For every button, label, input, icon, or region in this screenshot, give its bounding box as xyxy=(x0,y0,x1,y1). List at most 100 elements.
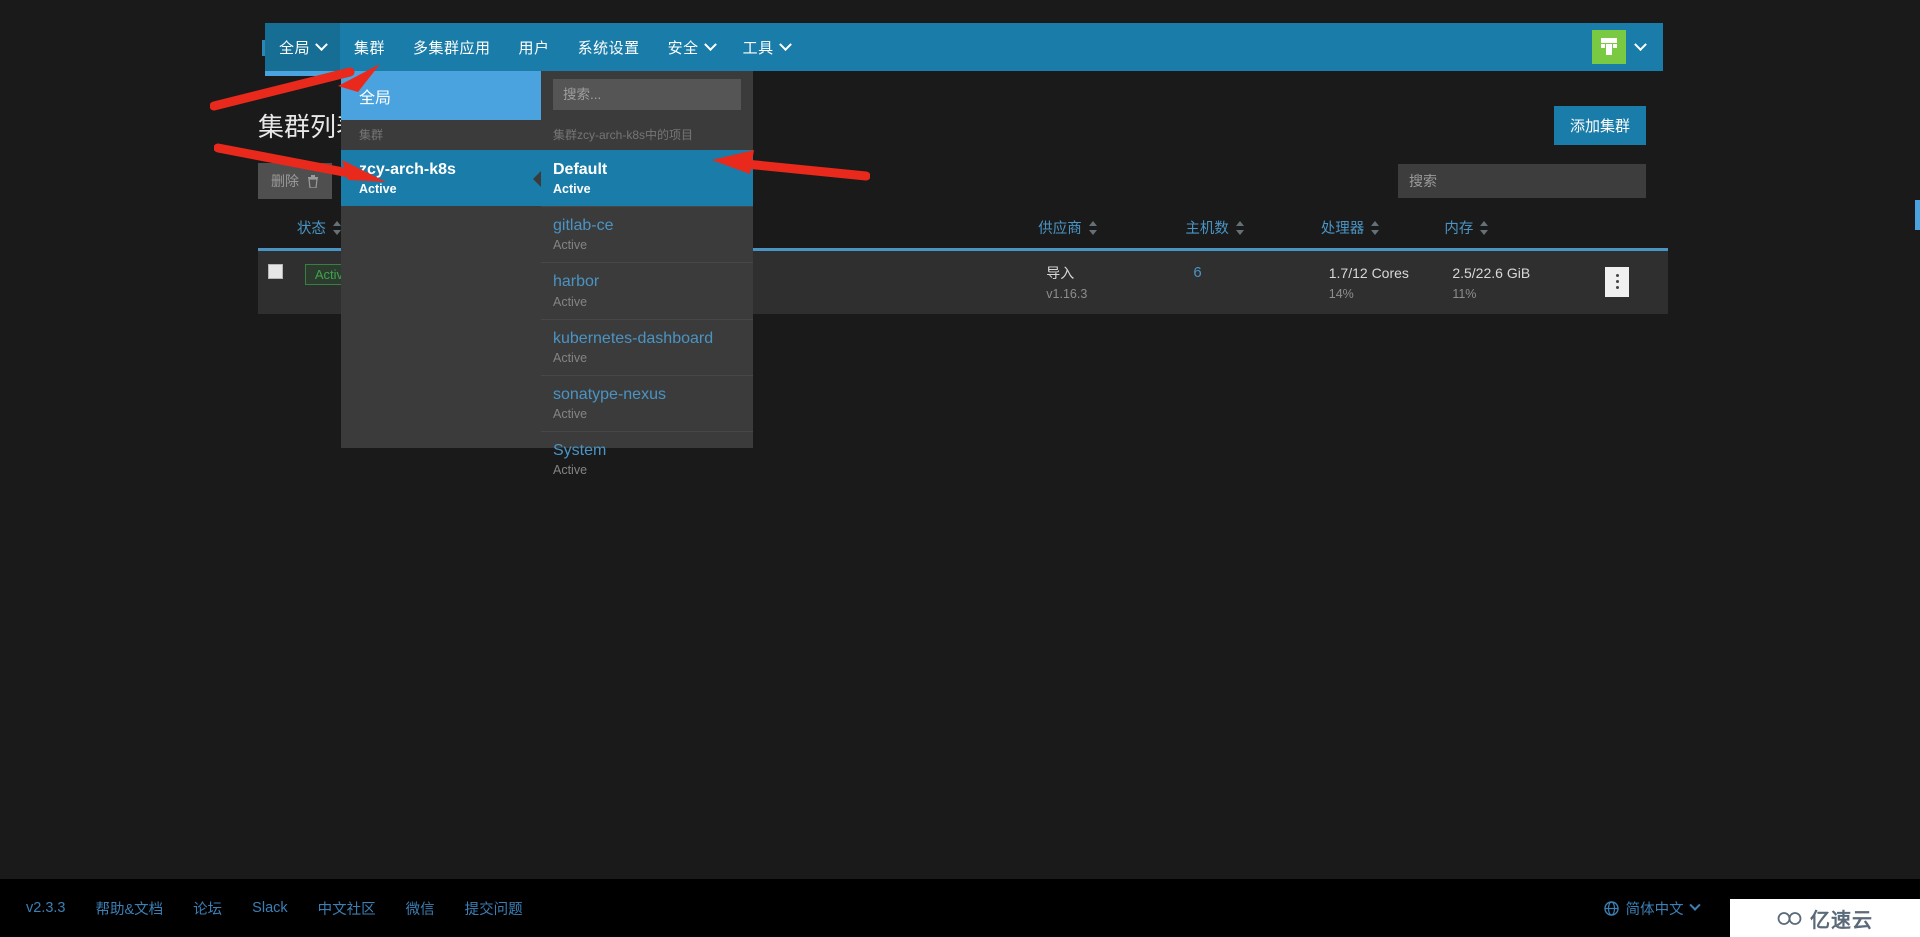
provider-version: v1.16.3 xyxy=(1046,287,1177,301)
nav-item-clusters[interactable]: 集群 xyxy=(340,23,399,71)
cell-provider: 导入 v1.16.3 xyxy=(1038,250,1185,314)
nav-item-users[interactable]: 用户 xyxy=(505,23,564,71)
chevron-down-icon xyxy=(1689,900,1700,911)
footer-link-chinese-community[interactable]: 中文社区 xyxy=(318,898,376,919)
avatar xyxy=(1592,30,1626,64)
column-header-cpu[interactable]: 处理器 xyxy=(1321,211,1445,250)
project-status: Active xyxy=(553,351,741,365)
user-menu[interactable] xyxy=(1592,30,1663,64)
app-root: 全局 集群 多集群应用 用户 系统设置 安全 工具 xyxy=(0,0,1920,937)
project-status: Active xyxy=(553,295,741,309)
scrollbar-thumb[interactable] xyxy=(1915,200,1920,230)
dropdown-project-item-system[interactable]: System Active xyxy=(541,431,753,487)
nav-item-global[interactable]: 全局 xyxy=(265,23,340,71)
project-name: gitlab-ce xyxy=(553,216,741,235)
watermark: 亿速云 xyxy=(1730,899,1920,937)
dropdown-global-label: 全局 xyxy=(359,84,391,108)
footer-link-wechat[interactable]: 微信 xyxy=(406,898,435,919)
trash-icon xyxy=(307,175,319,188)
nav-item-label: 工具 xyxy=(743,37,774,58)
memory-percent: 11% xyxy=(1452,287,1589,301)
project-name: sonatype-nexus xyxy=(553,385,741,404)
nav-item-tools[interactable]: 工具 xyxy=(729,23,804,71)
project-status: Active xyxy=(553,463,741,477)
project-name: harbor xyxy=(553,272,741,291)
node-count[interactable]: 6 xyxy=(1193,264,1312,281)
column-header-memory[interactable]: 内存 xyxy=(1444,211,1597,250)
add-cluster-button[interactable]: 添加集群 xyxy=(1554,106,1646,145)
row-checkbox[interactable] xyxy=(268,264,283,279)
column-header-actions xyxy=(1597,211,1668,250)
nav-item-label: 安全 xyxy=(668,37,699,58)
cell-cpu: 1.7/12 Cores 14% xyxy=(1321,250,1445,314)
project-name: kubernetes-dashboard xyxy=(553,329,741,348)
delete-button[interactable]: 删除 xyxy=(258,163,332,199)
project-status: Active xyxy=(553,182,741,196)
global-cluster-dropdown: 全局 集群 zcy-arch-k8s Active 集群zcy-arch-k8s… xyxy=(341,71,753,448)
nav-item-label: 系统设置 xyxy=(578,37,640,58)
nav-item-settings[interactable]: 系统设置 xyxy=(564,23,654,71)
footer-link-version[interactable]: v2.3.3 xyxy=(26,900,66,916)
cloud-icon xyxy=(1777,910,1803,927)
cell-memory: 2.5/22.6 GiB 11% xyxy=(1444,250,1597,314)
column-label: 主机数 xyxy=(1185,217,1229,238)
top-navbar: 全局 集群 多集群应用 用户 系统设置 安全 工具 xyxy=(265,23,1663,71)
cluster-status: Active xyxy=(359,182,529,196)
nav-item-security[interactable]: 安全 xyxy=(654,23,729,71)
dropdown-cluster-item[interactable]: zcy-arch-k8s Active xyxy=(341,150,541,206)
sort-icon[interactable] xyxy=(1371,221,1380,235)
user-avatar-icon xyxy=(1598,36,1620,58)
row-checkbox-cell xyxy=(258,250,297,314)
column-header-provider[interactable]: 供应商 xyxy=(1038,211,1185,250)
sort-icon[interactable] xyxy=(1480,221,1489,235)
dropdown-project-item-default[interactable]: Default Active xyxy=(541,150,753,206)
search-input[interactable] xyxy=(1398,164,1646,198)
cluster-name: zcy-arch-k8s xyxy=(359,160,529,179)
dropdown-search-input[interactable] xyxy=(553,79,741,110)
footer-left-links: v2.3.3 帮助&文档 论坛 Slack 中文社区 微信 提交问题 xyxy=(0,898,523,919)
dropdown-global-item[interactable]: 全局 xyxy=(341,71,541,120)
nav-item-label: 多集群应用 xyxy=(413,37,491,58)
dropdown-clusters-pane: 全局 集群 zcy-arch-k8s Active xyxy=(341,71,541,448)
project-status: Active xyxy=(553,407,741,421)
footer-link-file-issue[interactable]: 提交问题 xyxy=(465,898,523,919)
memory-value: 2.5/22.6 GiB xyxy=(1452,264,1589,283)
sort-icon[interactable] xyxy=(1236,221,1245,235)
column-label: 内存 xyxy=(1444,217,1473,238)
cell-nodes: 6 xyxy=(1185,250,1320,314)
provider-name: 导入 xyxy=(1046,264,1177,283)
project-status: Active xyxy=(553,238,741,252)
nav-item-label: 全局 xyxy=(279,37,310,58)
language-selector[interactable]: 简体中文 xyxy=(1604,898,1699,919)
column-label: 处理器 xyxy=(1321,217,1365,238)
cpu-percent: 14% xyxy=(1329,287,1437,301)
kebab-menu-icon[interactable] xyxy=(1605,267,1629,297)
dropdown-clusters-caption: 集群 xyxy=(341,120,541,150)
column-label: 状态 xyxy=(297,217,326,238)
dropdown-project-item-gitlab-ce[interactable]: gitlab-ce Active xyxy=(541,206,753,262)
column-header-nodes[interactable]: 主机数 xyxy=(1185,211,1320,250)
nav-item-multi-cluster-apps[interactable]: 多集群应用 xyxy=(399,23,505,71)
project-name: System xyxy=(553,441,741,460)
dropdown-projects-pane: 集群zcy-arch-k8s中的项目 Default Active gitlab… xyxy=(541,71,753,448)
dropdown-project-item-sonatype-nexus[interactable]: sonatype-nexus Active xyxy=(541,375,753,431)
globe-icon xyxy=(1604,901,1619,916)
language-label: 简体中文 xyxy=(1626,898,1684,919)
delete-button-label: 删除 xyxy=(271,171,299,191)
sort-icon[interactable] xyxy=(1089,221,1098,235)
dropdown-project-item-harbor[interactable]: harbor Active xyxy=(541,262,753,318)
project-name: Default xyxy=(553,160,741,179)
cell-actions xyxy=(1597,250,1668,314)
chevron-down-icon xyxy=(704,38,717,51)
dropdown-project-item-kubernetes-dashboard[interactable]: kubernetes-dashboard Active xyxy=(541,319,753,375)
chevron-down-icon xyxy=(315,38,328,51)
nav-item-label: 用户 xyxy=(519,37,550,58)
dropdown-projects-caption: 集群zcy-arch-k8s中的项目 xyxy=(541,120,753,150)
dropdown-search-wrap xyxy=(541,71,753,120)
footer-link-slack[interactable]: Slack xyxy=(252,900,287,916)
cpu-value: 1.7/12 Cores xyxy=(1329,264,1437,283)
footer-link-docs[interactable]: 帮助&文档 xyxy=(96,898,164,919)
footer-link-forums[interactable]: 论坛 xyxy=(193,898,222,919)
chevron-down-icon xyxy=(1634,38,1647,51)
chevron-down-icon xyxy=(779,38,792,51)
